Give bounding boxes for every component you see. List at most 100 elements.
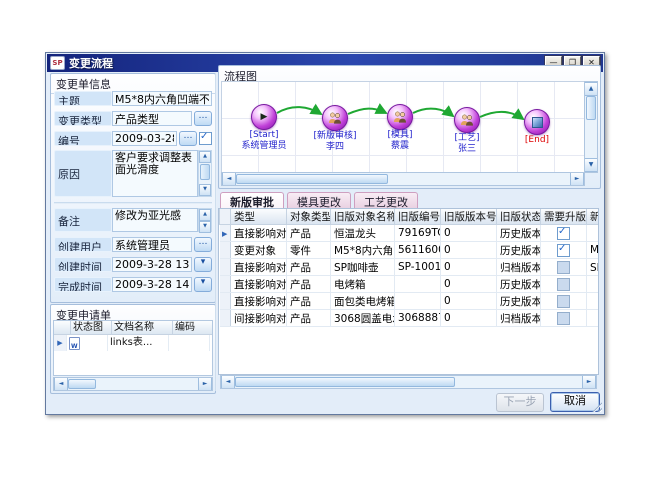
table-row[interactable]: 变更对象 零件 M5*8内六角凹... 5611600 0 历史版本 M5*8 <box>220 242 600 259</box>
col-old-name[interactable]: 旧版对象名称 <box>331 209 395 225</box>
upgrade-checkbox[interactable] <box>557 312 570 325</box>
scroll-left-icon[interactable]: ◄ <box>222 173 236 185</box>
table-row[interactable]: 间接影响对象 产品 3068圆盖电水壶 3068887 0 归档版本 <box>220 310 600 327</box>
cell-old-ver[interactable]: 0 <box>441 293 497 310</box>
code-cell[interactable] <box>169 335 210 351</box>
upgrade-checkbox[interactable] <box>557 261 570 274</box>
number-input[interactable] <box>112 131 177 146</box>
table-row[interactable]: 直接影响对象 产品 面包类电烤箱 0 历史版本 <box>220 293 600 310</box>
extra-cell[interactable]: 普通 <box>210 335 213 351</box>
col-obj-type[interactable]: 对象类型 <box>287 209 331 225</box>
col-old-status[interactable]: 旧版状态 <box>497 209 541 225</box>
cell-old-code[interactable]: 5611600 <box>395 242 441 259</box>
cell-old-status[interactable]: 归档版本 <box>497 310 541 327</box>
flow-hscrollbar[interactable]: ◄ ► <box>221 172 585 186</box>
cell-old-status[interactable]: 归档版本 <box>497 259 541 276</box>
flow-vscrollbar[interactable]: ▲ ▼ <box>584 81 598 173</box>
cell-obj-type[interactable]: 产品 <box>287 225 331 242</box>
scroll-right-icon[interactable]: ► <box>582 376 596 388</box>
cell-old-name[interactable]: 电烤箱 <box>331 276 395 293</box>
col-type[interactable]: 类型 <box>231 209 287 225</box>
reason-scrollbar[interactable]: ▲ ▼ <box>198 150 212 197</box>
col-doc-name[interactable]: 文档名称 <box>112 321 173 335</box>
col-status-icon[interactable]: 状态图 <box>71 321 112 335</box>
upgrade-checkbox[interactable] <box>557 227 570 240</box>
cell-obj-type[interactable]: 产品 <box>287 310 331 327</box>
tab-craft-change[interactable]: 工艺更改 <box>354 192 418 208</box>
cell-type[interactable]: 直接影响对象 <box>231 225 287 242</box>
cell-old-code[interactable]: SP-1001 <box>395 259 441 276</box>
cell-old-name[interactable]: M5*8内六角凹... <box>331 242 395 259</box>
cell-type[interactable]: 直接影响对象 <box>231 276 287 293</box>
scroll-right-icon[interactable]: ► <box>198 378 212 390</box>
cell-old-name[interactable]: 面包类电烤箱 <box>331 293 395 310</box>
cell-new-name[interactable] <box>587 276 600 293</box>
cell-old-ver[interactable]: 0 <box>441 225 497 242</box>
cell-obj-type[interactable]: 零件 <box>287 242 331 259</box>
scroll-up-icon[interactable]: ▲ <box>199 151 211 163</box>
table-row[interactable]: 直接影响对象 产品 电烤箱 0 历史版本 <box>220 276 600 293</box>
scroll-right-icon[interactable]: ► <box>570 173 584 185</box>
panel-splitter[interactable] <box>215 73 217 391</box>
cell-old-ver[interactable]: 0 <box>441 259 497 276</box>
tab-new-version-approval[interactable]: 新版审批 <box>220 192 284 208</box>
cell-obj-type[interactable]: 产品 <box>287 276 331 293</box>
create-time-dropdown-icon[interactable]: ▾ <box>194 257 212 272</box>
finish-time-dropdown-icon[interactable]: ▾ <box>194 277 212 292</box>
change-type-input[interactable] <box>112 111 192 126</box>
scroll-left-icon[interactable]: ◄ <box>54 378 68 390</box>
cell-old-status[interactable]: 历史版本 <box>497 225 541 242</box>
cell-old-status[interactable]: 历史版本 <box>497 293 541 310</box>
scroll-thumb[interactable] <box>200 164 210 180</box>
creator-input[interactable] <box>112 237 192 252</box>
cell-new-name[interactable] <box>587 310 600 327</box>
table-row[interactable]: 直接影响对象 产品 SP咖啡壶 SP-1001 0 归档版本 SP咖 <box>220 259 600 276</box>
cell-new-name[interactable] <box>587 225 600 242</box>
cell-old-code[interactable] <box>395 276 441 293</box>
scroll-left-icon[interactable]: ◄ <box>221 376 235 388</box>
creator-ellipsis-icon[interactable]: … <box>194 237 212 252</box>
col-new-name[interactable]: 新版 <box>587 209 600 225</box>
finish-time-input[interactable] <box>112 277 192 292</box>
cell-obj-type[interactable]: 产品 <box>287 259 331 276</box>
scroll-up-icon[interactable]: ▲ <box>585 82 597 96</box>
col-upgrade[interactable]: 需要升版 <box>541 209 587 225</box>
request-table-hscrollbar[interactable]: ◄ ► <box>53 377 213 391</box>
scroll-up-icon[interactable]: ▲ <box>199 209 211 221</box>
cell-new-name[interactable]: M5*8 <box>587 242 600 259</box>
cell-type[interactable]: 直接影响对象 <box>231 259 287 276</box>
doc-name-cell[interactable]: links表... <box>108 335 169 351</box>
table-row[interactable]: ▶ 直接影响对象 产品 恒温龙头 79169TC 0 历史版本 <box>220 225 600 242</box>
upgrade-checkbox[interactable] <box>557 278 570 291</box>
scroll-thumb[interactable] <box>586 96 596 120</box>
number-checkbox[interactable] <box>199 132 212 145</box>
cell-type[interactable]: 变更对象 <box>231 242 287 259</box>
cell-old-code[interactable] <box>395 293 441 310</box>
cell-new-name[interactable]: SP咖 <box>587 259 600 276</box>
remark-textarea[interactable]: 修改为亚光感 <box>112 208 198 232</box>
scroll-thumb[interactable] <box>68 379 96 389</box>
flow-node-end[interactable]: [End] <box>495 109 579 146</box>
cell-old-code[interactable]: 3068887 <box>395 310 441 327</box>
number-ellipsis-icon[interactable]: … <box>179 131 197 146</box>
upgrade-checkbox[interactable] <box>557 295 570 308</box>
cell-old-status[interactable]: 历史版本 <box>497 242 541 259</box>
col-old-code[interactable]: 旧版编号 <box>395 209 441 225</box>
flow-canvas[interactable]: ▶ [Start] 系统管理员 [新版审核] 李四 <box>221 81 585 173</box>
cell-type[interactable]: 间接影响对象 <box>231 310 287 327</box>
cell-old-status[interactable]: 历史版本 <box>497 276 541 293</box>
cell-old-name[interactable]: 3068圆盖电水壶 <box>331 310 395 327</box>
cell-old-name[interactable]: 恒温龙头 <box>331 225 395 242</box>
cell-new-name[interactable] <box>587 293 600 310</box>
cell-old-ver[interactable]: 0 <box>441 242 497 259</box>
cell-type[interactable]: 直接影响对象 <box>231 293 287 310</box>
reason-textarea[interactable]: 客户要求调整表面光滑度 <box>112 150 198 197</box>
scroll-down-icon[interactable]: ▼ <box>199 184 211 196</box>
subject-input[interactable] <box>112 91 212 106</box>
cell-old-ver[interactable]: 0 <box>441 276 497 293</box>
cancel-button[interactable]: 取消 <box>550 392 600 412</box>
cell-obj-type[interactable]: 产品 <box>287 293 331 310</box>
col-code[interactable]: 编码 <box>173 321 213 335</box>
remark-scrollbar[interactable]: ▲ ▼ <box>198 208 212 232</box>
main-table-hscrollbar[interactable]: ◄ ► <box>220 375 597 389</box>
